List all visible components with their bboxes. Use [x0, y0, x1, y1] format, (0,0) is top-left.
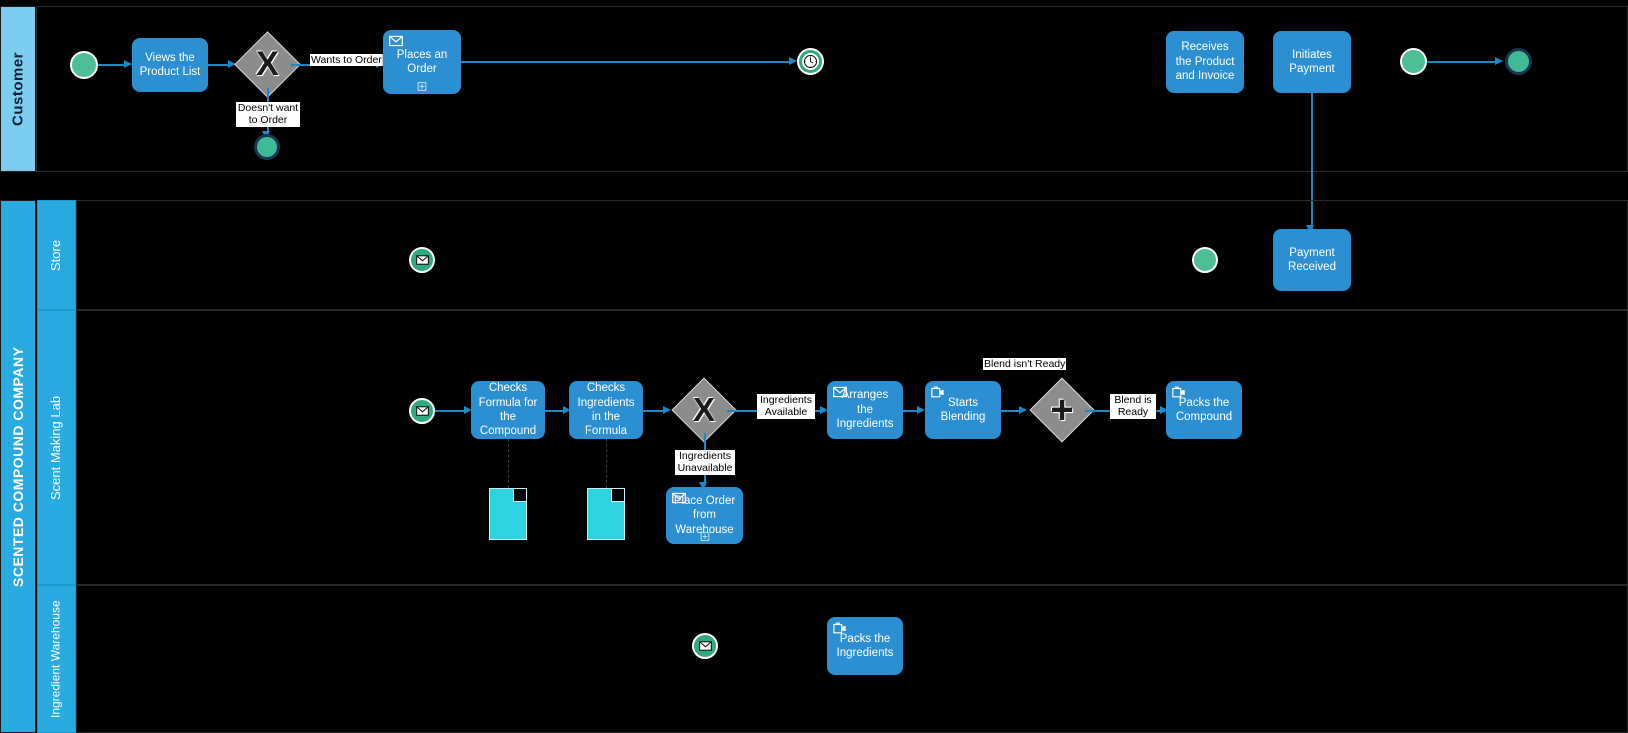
- task-checks-ingredients-in-the-formula[interactable]: Checks Ingredients in the Formula: [569, 381, 643, 439]
- pool-header-company: SCENTED COMPOUND COMPANY: [0, 200, 36, 733]
- lane-body-scent-making-lab: [76, 310, 1628, 585]
- task-places-an-order[interactable]: Places an Order: [383, 30, 461, 94]
- task-label: Initiates Payment: [1289, 48, 1335, 75]
- event-customer-end-2[interactable]: [1505, 48, 1532, 75]
- event-store-message-start[interactable]: [409, 247, 435, 273]
- task-packs-the-ingredients[interactable]: Packs the Ingredients: [827, 617, 903, 675]
- arrowhead-customer-start2-to-end2: [1495, 57, 1503, 65]
- manual-task-icon: [931, 386, 944, 398]
- arrowhead-places-order-to-timer: [789, 57, 797, 65]
- pool-label-company: SCENTED COMPOUND COMPANY: [10, 346, 26, 587]
- task-label: Starts Blending: [940, 396, 986, 423]
- task-label: Payment Received: [1288, 246, 1336, 273]
- flow-views-to-gateway: [208, 64, 230, 66]
- task-label: Places an Order: [396, 48, 448, 75]
- flow-label-wants-to-order: Wants to Order: [310, 54, 383, 67]
- lane-body-store: [76, 200, 1628, 310]
- task-label: Packs the Compound: [1175, 396, 1233, 423]
- event-no-order-end[interactable]: [254, 134, 280, 160]
- lane-label-scent-making-lab: Scent Making Lab: [48, 395, 64, 500]
- task-checks-formula-for-the-compound[interactable]: Checks Formula for the Compound: [471, 381, 545, 439]
- pool-header-customer: Customer: [0, 6, 36, 172]
- bpmn-diagram-canvas: Customer Views the Product List X Wants …: [0, 0, 1628, 733]
- event-customer-start[interactable]: [70, 51, 98, 79]
- task-payment-received[interactable]: Payment Received: [1273, 229, 1351, 291]
- lane-label-ingredient-warehouse: Ingredient Warehouse: [48, 600, 63, 718]
- message-icon: [672, 492, 686, 504]
- flow-label-ingredients-available: Ingredients Available: [757, 394, 815, 419]
- task-label: Receives the Product and Invoice: [1175, 41, 1235, 83]
- sub-process-marker-icon: [700, 532, 709, 541]
- pool-label-customer: Customer: [9, 52, 27, 127]
- flow-start-to-views: [98, 64, 124, 66]
- task-place-order-from-warehouse[interactable]: Place Order from Warehouse: [666, 487, 743, 544]
- flow-label-ingredients-unavailable: Ingredients Unavailable: [675, 450, 735, 475]
- data-object-ingredients[interactable]: [587, 488, 625, 540]
- task-initiates-payment[interactable]: Initiates Payment: [1273, 31, 1351, 93]
- event-lab-message-start[interactable]: [409, 398, 435, 424]
- manual-task-icon: [833, 622, 846, 634]
- arrowhead-starts-blending-to-gateway: [1019, 406, 1027, 414]
- message-icon: [415, 255, 429, 265]
- sub-process-marker-icon: [417, 82, 427, 91]
- timer-icon: [804, 55, 817, 68]
- message-icon: [833, 386, 847, 398]
- data-object-formula[interactable]: [489, 488, 527, 540]
- lane-header-ingredient-warehouse: Ingredient Warehouse: [37, 585, 76, 733]
- message-icon: [698, 641, 712, 651]
- flow-lab-start-to-checks-formula: [435, 410, 467, 412]
- flow-label-blend-isnt-ready: Blend isn't Ready: [983, 358, 1067, 371]
- flow-label-doesnt-want-to-order: Doesn't want to Order: [236, 102, 300, 127]
- flow-label-blend-is-ready: Blend is Ready: [1110, 394, 1156, 419]
- message-icon: [389, 35, 403, 47]
- task-label: Checks Formula for the Compound: [478, 382, 538, 438]
- event-order-timer[interactable]: [797, 48, 824, 75]
- event-warehouse-message-start[interactable]: [692, 633, 718, 659]
- lane-header-scent-making-lab: Scent Making Lab: [37, 310, 76, 585]
- manual-task-icon: [1172, 386, 1185, 398]
- arrowhead-checks-ingredients-to-gateway: [663, 406, 671, 414]
- task-views-the-product-list[interactable]: Views the Product List: [132, 38, 208, 92]
- message-icon: [415, 406, 429, 416]
- association-checks-formula-to-data: [508, 439, 509, 488]
- association-checks-ingredients-to-data: [606, 439, 607, 488]
- task-receives-the-product-and-invoice[interactable]: Receives the Product and Invoice: [1166, 31, 1244, 93]
- arrowhead-arranges-to-starts-blending: [917, 406, 925, 414]
- task-label: Packs the Ingredients: [836, 632, 894, 659]
- flow-places-order-to-timer: [461, 61, 793, 63]
- task-arranges-the-ingredients[interactable]: Arranges the Ingredients: [827, 381, 903, 439]
- lane-header-store: Store: [37, 200, 76, 310]
- event-customer-start-2[interactable]: [1400, 48, 1427, 75]
- task-label: Checks Ingredients in the Formula: [577, 382, 635, 438]
- lane-label-store: Store: [48, 239, 64, 271]
- task-label: Views the Product List: [139, 51, 201, 78]
- event-store-start[interactable]: [1192, 247, 1218, 273]
- arrowhead-start-to-views: [124, 60, 132, 68]
- flow-customer-start2-to-end2: [1427, 61, 1499, 63]
- task-starts-blending[interactable]: Starts Blending: [925, 381, 1001, 439]
- task-packs-the-compound[interactable]: Packs the Compound: [1166, 381, 1242, 439]
